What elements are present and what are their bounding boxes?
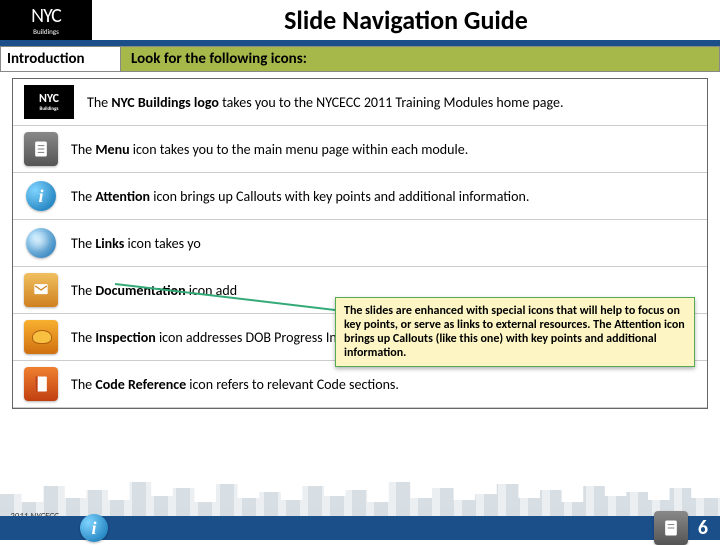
code-reference-icon[interactable] — [21, 365, 61, 403]
row-attention: i The Attention icon brings up Callouts … — [13, 173, 707, 220]
row-menu-desc: The Menu icon takes you to the main menu… — [61, 141, 468, 158]
section-instruction: Look for the following icons: — [121, 47, 719, 71]
header: NYC Buildings Slide Navigation Guide — [0, 0, 720, 42]
row-code-reference-desc: The Code Reference icon refers to releva… — [61, 376, 399, 393]
documentation-icon[interactable] — [21, 271, 61, 309]
nyc-logo-icon[interactable]: NYCBuildings — [21, 83, 77, 121]
logo-subtext: Buildings — [33, 28, 59, 35]
row-logo-desc: The NYC Buildings logo takes you to the … — [77, 94, 563, 111]
inspection-icon[interactable] — [21, 318, 61, 356]
page-number: 6 — [698, 516, 708, 540]
skyline-graphic — [0, 478, 720, 518]
row-attention-desc: The Attention icon brings up Callouts wi… — [61, 188, 529, 205]
footer: 2011 NYCECC July 2011 i 6 — [0, 480, 720, 540]
icon-guide-table: NYCBuildings The NYC Buildings logo take… — [12, 78, 708, 409]
row-menu: The Menu icon takes you to the main menu… — [13, 126, 707, 173]
row-links-desc: The Links icon takes yo — [61, 235, 201, 252]
row-documentation-desc: The Documentation icon add — [61, 282, 237, 299]
attention-icon[interactable]: i — [21, 177, 61, 215]
menu-icon[interactable] — [21, 130, 61, 168]
subheader: Introduction Look for the following icon… — [0, 46, 720, 72]
row-code-reference: The Code Reference icon refers to releva… — [13, 361, 707, 408]
nyc-buildings-logo[interactable]: NYC Buildings — [0, 0, 92, 40]
section-label: Introduction — [1, 47, 121, 71]
row-logo: NYCBuildings The NYC Buildings logo take… — [13, 79, 707, 126]
links-icon[interactable] — [21, 224, 61, 262]
footer-bar: i 6 — [0, 516, 720, 540]
slide-title: Slide Navigation Guide — [92, 0, 720, 40]
callout-box: The slides are enhanced with special ico… — [335, 297, 695, 367]
footer-attention-icon[interactable]: i — [80, 514, 108, 542]
row-links: The Links icon takes yo — [13, 220, 707, 267]
logo-text: NYC — [31, 6, 61, 26]
